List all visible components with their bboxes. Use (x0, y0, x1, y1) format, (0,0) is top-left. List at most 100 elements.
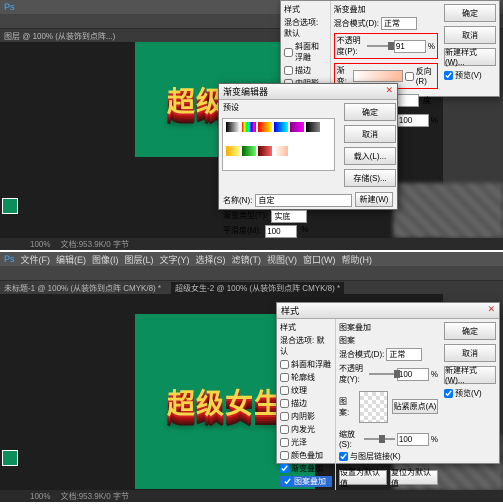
style-options: 图案叠加 图案 混合模式(D):正常 不透明度(Y):% 图案:贴紧原点(A) … (336, 319, 441, 502)
foreground-swatch[interactable] (2, 450, 18, 466)
link-layer-check[interactable]: 与图层链接(K) (339, 451, 438, 462)
opacity-label: 不透明度(P): (337, 35, 365, 57)
preview-check[interactable]: 预览(V) (444, 388, 496, 399)
name-label: 名称(N): (223, 195, 252, 206)
doc-tabs: 未标题-1 @ 100% (从装饰到点阵 CMYK/8) * 超级女生-2 @ … (0, 281, 503, 295)
preset[interactable] (290, 122, 304, 132)
menu-item[interactable]: 窗口(W) (303, 253, 336, 266)
foreground-swatch[interactable] (2, 198, 18, 214)
cancel-button[interactable]: 取消 (444, 26, 496, 44)
preset[interactable] (258, 122, 272, 132)
save-button[interactable]: 存储(S)... (344, 169, 396, 187)
app-icon: Ps (4, 2, 15, 12)
tab-active[interactable]: 超级女生-2 @ 100% (从装饰到点阵 CMYK/8) * (171, 282, 344, 295)
preset[interactable] (274, 122, 288, 132)
preset[interactable] (242, 146, 256, 156)
style-item[interactable]: 混合选项: 默认 (280, 335, 332, 357)
set-default-button[interactable]: 设置为默认值 (339, 470, 387, 485)
style-item[interactable]: 渐变叠加 (280, 463, 332, 474)
sub-title: 图案 (339, 335, 438, 346)
list-header: 样式 (284, 4, 327, 15)
gradient-preview[interactable] (353, 70, 403, 82)
type-dropdown[interactable]: 实底 (271, 210, 307, 223)
menu-item[interactable]: 文字(Y) (160, 253, 190, 266)
snap-origin-button[interactable]: 贴紧原点(A) (392, 399, 438, 414)
doc-size: 文档:953.9K/0 字节 (60, 239, 128, 250)
scale-input[interactable] (397, 433, 429, 446)
blend-dropdown[interactable]: 正常 (381, 17, 417, 30)
preset[interactable] (306, 122, 320, 132)
close-icon[interactable]: ✕ (385, 85, 393, 98)
blend-label: 混合模式(D): (339, 349, 384, 360)
load-button[interactable]: 载入(L)... (344, 147, 396, 165)
status-bar: 100% 文档:953.9K/0 字节 (0, 490, 503, 502)
opacity-input[interactable] (394, 40, 426, 53)
doc-size: 文档:953.9K/0 字节 (60, 491, 128, 502)
style-item[interactable]: 光泽 (280, 437, 332, 448)
blend-label: 混合模式(D): (334, 18, 379, 29)
menu-item[interactable]: 文件(F) (21, 253, 51, 266)
scale-label: 缩放(S): (339, 429, 362, 449)
list-header: 样式 (280, 322, 332, 333)
new-style-button[interactable]: 新建样式(W)... (444, 366, 496, 384)
preset[interactable] (242, 122, 256, 132)
cancel-button[interactable]: 取消 (444, 344, 496, 362)
style-item[interactable]: 颜色叠加 (280, 450, 332, 461)
cancel-button[interactable]: 取消 (344, 125, 396, 143)
screenshot-bottom: Ps 文件(F) 编辑(E) 图像(I) 图层(L) 文字(Y) 选择(S) 滤… (0, 252, 503, 502)
ok-button[interactable]: 确定 (344, 103, 396, 121)
style-item[interactable]: 混合选项: 默认 (284, 17, 327, 39)
close-icon[interactable]: ✕ (487, 304, 495, 317)
style-item[interactable]: 纹理 (280, 385, 332, 396)
pct-label: % (431, 116, 438, 125)
new-button[interactable]: 新建(W) (355, 192, 393, 207)
reverse-check[interactable]: 反向(R) (405, 66, 435, 86)
dialog-title: 样式 (281, 304, 299, 317)
new-style-button[interactable]: 新建样式(W)... (444, 48, 496, 66)
preset[interactable] (226, 122, 240, 132)
preset[interactable] (274, 146, 288, 156)
pattern-picker[interactable] (359, 391, 388, 423)
pct-label: % (301, 225, 308, 238)
pct-label: % (428, 42, 435, 51)
style-item[interactable]: 斜面和浮雕 (280, 359, 332, 370)
tab[interactable]: 图层 @ 100% (从装饰到点阵...) (4, 31, 115, 42)
scale-input[interactable] (397, 114, 429, 127)
opacity-input[interactable] (397, 368, 429, 381)
smooth-label: 平滑度(M): (223, 225, 261, 238)
style-item[interactable]: 内发光 (280, 424, 332, 435)
dialog-title: 渐变编辑器 (223, 85, 268, 98)
style-item[interactable]: 描边 (284, 65, 327, 76)
name-input[interactable]: 自定 (255, 194, 352, 207)
preview-check[interactable]: 预览(V) (444, 70, 496, 81)
reset-default-button[interactable]: 复位为默认值 (390, 470, 438, 485)
type-label: 渐变类型(T): (223, 210, 267, 223)
dialog-buttons: 确定 取消 新建样式(W)... 预览(V) (441, 1, 499, 133)
app-icon: Ps (4, 254, 15, 264)
ok-button[interactable]: 确定 (444, 322, 496, 340)
gradient-presets (222, 118, 335, 171)
preset[interactable] (226, 146, 240, 156)
menu-item[interactable]: 视图(V) (267, 253, 297, 266)
menu-item[interactable]: 图像(I) (92, 253, 119, 266)
style-item[interactable]: 轮廓线 (280, 372, 332, 383)
style-item[interactable]: 斜面和浮雕 (284, 41, 327, 63)
gradient-editor-dialog: 渐变编辑器✕ 预设 确定 取消 (218, 83, 398, 210)
style-item[interactable]: 描边 (280, 398, 332, 409)
menu-item[interactable]: 帮助(H) (342, 253, 373, 266)
artwork-text: 超级女生 (167, 382, 283, 422)
ok-button[interactable]: 确定 (444, 4, 496, 22)
style-item-active[interactable]: 图案叠加 (280, 476, 332, 487)
menu-bar: Ps 文件(F) 编辑(E) 图像(I) 图层(L) 文字(Y) 选择(S) 滤… (0, 252, 503, 266)
smooth-input[interactable] (265, 225, 297, 238)
blend-dropdown[interactable]: 正常 (386, 348, 422, 361)
style-item[interactable]: 内阴影 (280, 411, 332, 422)
menu-item[interactable]: 图层(L) (125, 253, 154, 266)
menu-item[interactable]: 编辑(E) (56, 253, 86, 266)
menu-item[interactable]: 选择(S) (196, 253, 226, 266)
menu-item[interactable]: 滤镜(T) (232, 253, 262, 266)
status-bar: 100% 文档:953.9K/0 字节 (0, 238, 503, 250)
tab[interactable]: 未标题-1 @ 100% (从装饰到点阵 CMYK/8) * (4, 283, 161, 294)
preset[interactable] (258, 146, 272, 156)
blurred-region (393, 183, 503, 238)
